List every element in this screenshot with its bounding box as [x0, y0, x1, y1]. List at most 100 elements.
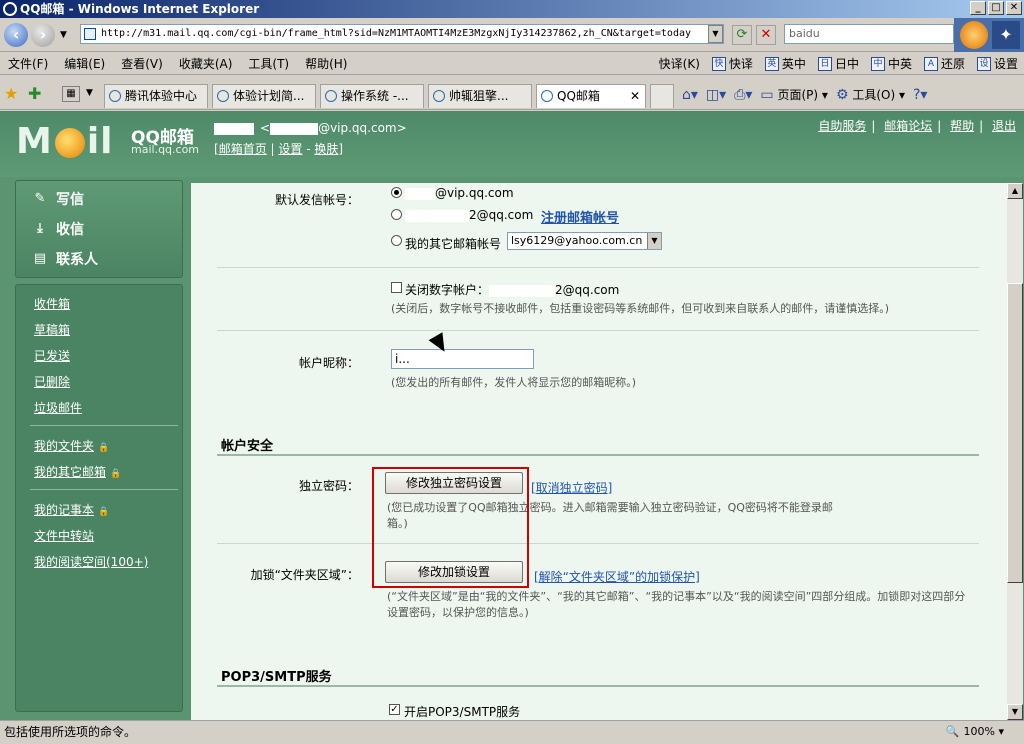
tab-tencent-experience[interactable]: 腾讯体验中心	[104, 84, 208, 108]
pop3-section-title: POP3/SMTP服务	[221, 670, 332, 685]
mail-home-link[interactable]: 邮箱首页	[219, 142, 267, 156]
print-icon[interactable]: ⎙▾	[734, 84, 752, 106]
scroll-up-icon[interactable]: ▲	[1007, 183, 1023, 199]
register-mailbox-link[interactable]: 注册邮箱帐号	[541, 207, 619, 226]
tab-qq-mail[interactable]: QQ邮箱 ✕	[536, 84, 646, 108]
folder-other-mailboxes[interactable]: 我的其它邮箱 🔒	[34, 463, 121, 480]
divider	[217, 330, 979, 331]
tab-baidu-post[interactable]: 帅辄狙擎...	[428, 84, 532, 108]
forward-button[interactable]: ›	[31, 23, 55, 47]
refresh-button[interactable]: ⟳	[732, 25, 752, 45]
mail-logo[interactable]: Mil	[16, 121, 114, 162]
redacted	[405, 187, 435, 200]
self-service-link[interactable]: 自助服务	[818, 119, 866, 133]
compose-button[interactable]: ✎ 写信	[32, 187, 84, 211]
close-digital-checkbox[interactable]	[391, 282, 402, 293]
translate-icon: 快	[711, 56, 726, 71]
menu-edit[interactable]: 编辑(E)	[56, 55, 113, 72]
favorites-star-icon[interactable]: ★	[4, 84, 18, 103]
lock-folders-label: 加锁“文件夹区域”：	[250, 568, 359, 582]
other-mailbox-select[interactable]: lsy6129@yahoo.com.cn ▼	[507, 232, 662, 250]
translate-ja-zh-button[interactable]: 日日中	[812, 55, 865, 72]
folder-reading-space[interactable]: 我的阅读空间(100+)	[34, 553, 148, 570]
mail-header: Mil QQ邮箱 mail.qq.com < @vip.qq.com> [邮箱首页…	[0, 111, 1024, 177]
folder-deleted[interactable]: 已删除	[34, 373, 70, 390]
mail-forum-link[interactable]: 邮箱论坛	[884, 119, 932, 133]
receive-button[interactable]: ⤓ 收信	[32, 217, 84, 241]
zoom-control[interactable]: 🔍 100% ▾	[946, 721, 1004, 743]
back-button[interactable]: ‹	[4, 23, 28, 47]
folder-file-transfer[interactable]: 文件中转站	[34, 527, 94, 544]
folder-drafts[interactable]: 草稿箱	[34, 321, 70, 338]
close-window-button[interactable]: ✕	[1006, 1, 1022, 15]
cancel-password-link[interactable]: [取消独立密码]	[531, 479, 612, 496]
home-icon[interactable]: ⌂▾	[682, 84, 698, 106]
other-mailbox-label: 我的其它邮箱帐号	[405, 237, 502, 251]
tools-menu[interactable]: ⚙ 工具(O) ▾	[836, 84, 905, 106]
translate-kuaiyi-menu[interactable]: 快译(K)	[653, 55, 706, 72]
menu-file[interactable]: 文件(F)	[0, 55, 56, 72]
contacts-button[interactable]: ▤ 联系人	[32, 247, 98, 271]
paw-icon	[433, 90, 445, 102]
stop-button[interactable]: ✕	[756, 25, 776, 45]
translate-zh-en-button[interactable]: 中中英	[865, 55, 918, 72]
qq-mail-icon	[541, 90, 553, 102]
pop3-checkbox[interactable]: ✓	[389, 704, 400, 715]
tab-experience-plan[interactable]: 体验计划简...	[212, 84, 316, 108]
vertical-scrollbar[interactable]: ▲ ▼	[1007, 183, 1023, 720]
section-divider	[217, 454, 979, 456]
history-dropdown-icon[interactable]: ▼	[60, 30, 67, 40]
minimize-button[interactable]: _	[970, 1, 986, 15]
url-dropdown-icon[interactable]: ▼	[708, 25, 723, 43]
rss-feed-icon[interactable]: ◫▾	[706, 84, 726, 106]
menu-view[interactable]: 查看(V)	[113, 55, 171, 72]
folder-notebook[interactable]: 我的记事本 🔒	[34, 501, 109, 518]
folder-sent[interactable]: 已发送	[34, 347, 70, 364]
redacted	[405, 209, 469, 222]
folder-spam[interactable]: 垃圾邮件	[34, 399, 82, 416]
logout-link[interactable]: 退出	[992, 119, 1016, 133]
menu-favorites[interactable]: 收藏夹(A)	[171, 55, 241, 72]
sender-vip-option: @vip.qq.com	[405, 186, 514, 200]
url-input[interactable]: http://m31.mail.qq.com/cgi-bin/frame_htm…	[80, 24, 724, 44]
windows-flag-icon: ✦	[992, 21, 1020, 49]
maximize-button[interactable]: □	[988, 1, 1004, 15]
scroll-down-icon[interactable]: ▼	[1007, 704, 1023, 720]
translate-en-zh-button[interactable]: 英英中	[759, 55, 812, 72]
status-text: 包括使用所选项的命令。	[4, 725, 137, 739]
sender-qq-option: 2@qq.com	[405, 208, 533, 222]
tab-operating-system[interactable]: 操作系统 -...	[320, 84, 424, 108]
remove-lock-link[interactable]: [解除“文件夹区域”的加锁保护]	[534, 568, 700, 585]
settings-link[interactable]: 设置	[278, 142, 302, 156]
tab-list-dropdown-icon[interactable]: ▼	[86, 88, 93, 98]
red-highlight-annotation	[372, 467, 529, 588]
help-icon[interactable]: ?▾	[913, 84, 927, 106]
lock-icon: 🔒	[110, 469, 122, 479]
brand-subtitle: mail.qq.com	[131, 143, 200, 156]
quick-tabs-icon[interactable]: ▦	[62, 86, 80, 102]
change-skin-link[interactable]: 换肤	[314, 142, 338, 156]
sender-qq-radio[interactable]	[391, 209, 402, 220]
lock-icon: 🔒	[98, 507, 110, 517]
menu-tools[interactable]: 工具(T)	[240, 55, 297, 72]
lock-folders-hint: (“文件夹区域”是由“我的文件夹”、“我的其它邮箱”、“我的记事本”以及“我的阅…	[387, 590, 966, 619]
chinese-icon: 中	[870, 56, 885, 71]
scroll-thumb[interactable]	[1007, 283, 1023, 583]
search-input[interactable]: baidu	[784, 24, 954, 44]
sender-other-radio[interactable]	[391, 235, 402, 246]
sender-vip-radio[interactable]	[391, 187, 402, 198]
page-menu[interactable]: ▭ 页面(P) ▾	[760, 84, 828, 106]
translate-settings-button[interactable]: 设设置	[971, 55, 1024, 72]
help-link[interactable]: 帮助	[950, 119, 974, 133]
add-favorite-icon[interactable]: ✚	[28, 84, 41, 103]
folder-inbox[interactable]: 收件箱	[34, 295, 70, 312]
close-tab-icon[interactable]: ✕	[630, 85, 640, 107]
folder-my-folders[interactable]: 我的文件夹 🔒	[34, 437, 109, 454]
translate-kuaiyi-button[interactable]: 快快译	[706, 55, 759, 72]
window-controls: _ □ ✕	[970, 1, 1022, 15]
menu-help[interactable]: 帮助(H)	[297, 55, 355, 72]
restore-button[interactable]: A 还原	[918, 55, 971, 72]
nickname-input[interactable]: i...	[391, 349, 534, 369]
new-tab-button[interactable]	[650, 84, 674, 108]
divider	[217, 543, 979, 544]
